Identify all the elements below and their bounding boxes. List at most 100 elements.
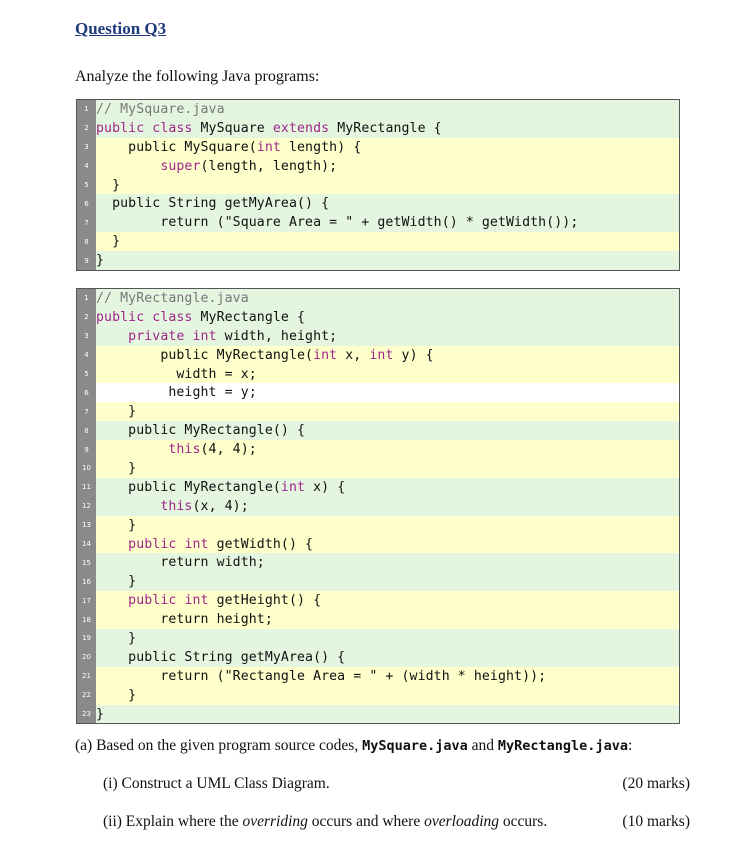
sub-question-i: (i) Construct a UML Class Diagram.	[103, 775, 330, 792]
code-text: height = y;	[96, 383, 679, 403]
code-text: }	[96, 572, 679, 592]
code-line: 1// MyRectangle.java	[77, 289, 679, 308]
code-keyword: int	[280, 479, 306, 495]
code-token: MyRectangle {	[337, 120, 442, 136]
code-line: 9}	[77, 251, 679, 271]
code-keyword: public	[96, 536, 185, 552]
code-keyword: int	[184, 593, 209, 609]
line-number: 2	[77, 307, 96, 327]
code-line: 8 public MyRectangle() {	[77, 421, 679, 441]
code-line: 19 }	[77, 629, 679, 648]
line-number: 4	[77, 345, 96, 365]
line-number: 3	[77, 137, 96, 157]
code-text: public MyRectangle(int x, int y) {	[96, 345, 679, 365]
line-number: 9	[77, 440, 96, 460]
code-line: 11 public MyRectangle(int x) {	[77, 477, 679, 497]
sub-ii-pre: (ii) Explain where the	[103, 813, 239, 830]
line-number: 1	[77, 100, 96, 119]
code-keyword: public	[96, 593, 185, 609]
code-line: 3 public MySquare(int length) {	[77, 137, 679, 157]
code-token: }	[96, 517, 137, 533]
code-token: }	[96, 177, 121, 193]
line-number: 18	[77, 610, 96, 630]
code-text: return ("Square Area = " + getWidth() * …	[96, 213, 679, 233]
code-line: 6 height = y;	[77, 383, 679, 403]
code-line: 23}	[77, 704, 679, 724]
code-text: }	[96, 175, 679, 195]
line-number: 17	[77, 591, 96, 611]
code-token: return ("Square Area = " + getWidth() * …	[96, 215, 579, 231]
code-line: 5 }	[77, 175, 679, 195]
code-text: return ("Rectangle Area = " + (width * h…	[96, 666, 679, 686]
code-text: }	[96, 459, 679, 478]
code-text: }	[96, 402, 679, 422]
code-token: MyRectangle {	[200, 309, 306, 325]
code-text: }	[96, 685, 679, 705]
line-number: 2	[77, 118, 96, 138]
code-keyword: extends	[272, 120, 338, 136]
line-number: 4	[77, 156, 96, 176]
code-token: (x, 4);	[192, 498, 249, 514]
code-text: public int getWidth() {	[96, 534, 679, 554]
code-token: (length, length);	[200, 158, 338, 174]
sub-ii-post: occurs.	[502, 813, 548, 830]
code-line: 8 }	[77, 232, 679, 252]
code-token: public MyRectangle(	[96, 479, 281, 495]
line-number: 21	[77, 666, 96, 686]
line-number: 16	[77, 572, 96, 592]
code-token: x,	[337, 347, 370, 363]
code-text: return width;	[96, 553, 679, 573]
line-number: 22	[77, 685, 96, 705]
code-text: public int getHeight() {	[96, 591, 679, 611]
code-text: public MyRectangle(int x) {	[96, 477, 679, 497]
code-line: 14 public int getWidth() {	[77, 534, 679, 554]
code-keyword: int	[256, 139, 281, 155]
line-number: 10	[77, 459, 96, 478]
part-a-and: and	[471, 737, 495, 754]
part-a-text: (a) Based on the given program source co…	[75, 737, 632, 755]
code-text: this (4, 4);	[96, 440, 679, 460]
line-number: 9	[77, 251, 96, 271]
code-text: }	[96, 515, 679, 535]
code-text: this (x, 4);	[96, 496, 679, 516]
term-overriding: overriding	[242, 813, 308, 830]
code-comment: // MyRectangle.java	[96, 290, 249, 306]
code-line: 1// MySquare.java	[77, 100, 679, 119]
code-token: public String getMyArea() {	[96, 196, 330, 212]
marks-i: (20 marks)	[622, 775, 690, 792]
code-token: public MyRectangle(	[96, 347, 314, 363]
code-text: public String getMyArea() {	[96, 647, 679, 667]
code-line: 13 }	[77, 515, 679, 535]
line-number: 7	[77, 402, 96, 422]
code-token: }	[96, 460, 137, 476]
code-line: 4 super (length, length);	[77, 156, 679, 176]
line-number: 5	[77, 364, 96, 384]
code-line: 2 public class MyRectangle {	[77, 307, 679, 327]
code-line: 9 this (4, 4);	[77, 440, 679, 460]
code-token: y) {	[393, 347, 434, 363]
code-line: 2 public class MySquare extends MyRectang…	[77, 118, 679, 138]
code-text: super (length, length);	[96, 156, 679, 176]
code-token: return height;	[96, 612, 273, 628]
code-text: public MyRectangle() {	[96, 421, 679, 441]
code-line: 18 return height;	[77, 610, 679, 630]
file-name-myrectangle: MyRectangle.java	[497, 738, 628, 754]
code-token: height = y;	[96, 385, 257, 401]
line-number: 14	[77, 534, 96, 554]
code-text: // MySquare.java	[96, 100, 679, 119]
code-text: public MySquare(int length) {	[96, 137, 679, 157]
line-number: 7	[77, 213, 96, 233]
code-token: }	[96, 234, 121, 250]
code-token: width = x;	[96, 366, 257, 382]
code-line: 7 }	[77, 402, 679, 422]
file-name-mysquare: MySquare.java	[362, 738, 468, 754]
code-token: public MyRectangle() {	[96, 423, 306, 439]
code-keyword: this	[96, 442, 201, 458]
code-block-myrectangle: 1// MyRectangle.java 2 public class MyRect…	[76, 288, 680, 725]
code-token: public String getMyArea() {	[96, 649, 346, 665]
code-line: 20 public String getMyArea() {	[77, 647, 679, 667]
code-line: 3 private int width, height;	[77, 326, 679, 346]
code-keyword: public class	[96, 120, 201, 136]
code-keyword: public class	[96, 309, 201, 325]
line-number: 20	[77, 647, 96, 667]
